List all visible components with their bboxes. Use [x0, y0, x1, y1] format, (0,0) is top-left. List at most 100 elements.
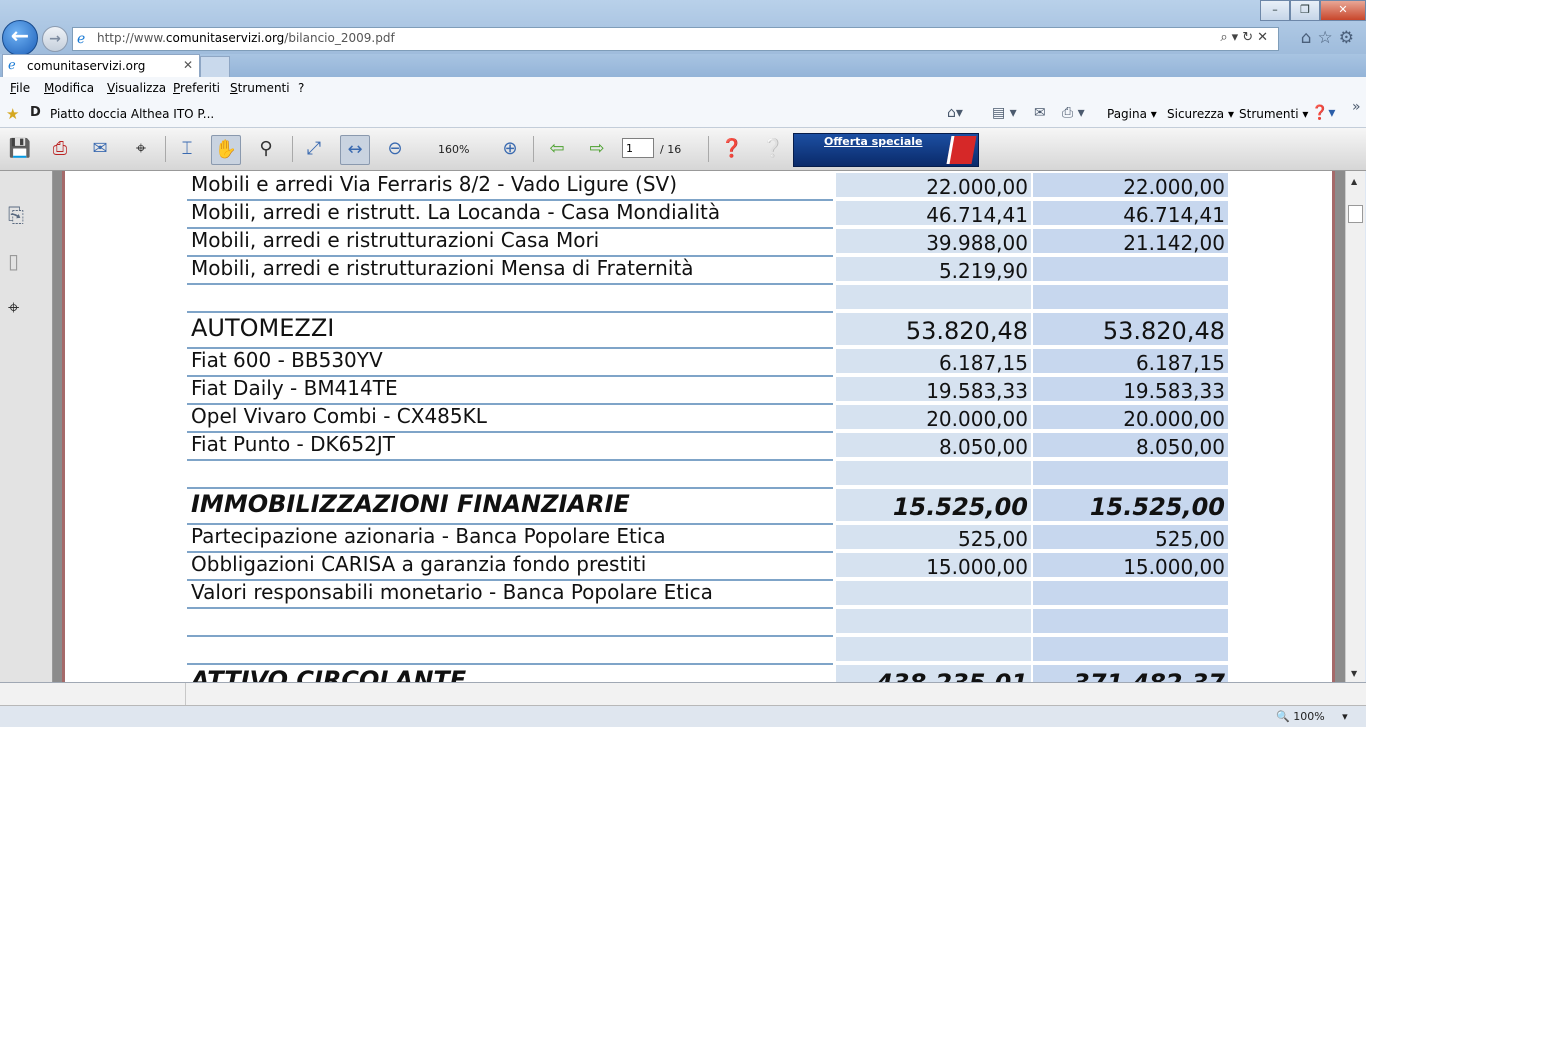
row-label-text: Obbligazioni CARISA a garanzia fondo pre…: [191, 552, 647, 576]
row-label: Fiat Punto - DK652JT: [187, 433, 833, 461]
url-path: /bilancio_2009.pdf: [284, 31, 395, 45]
window-controls: – ❐ ✕: [1260, 0, 1366, 21]
row-label-text: [187, 636, 191, 660]
row-label-text: AUTOMEZZI: [191, 314, 335, 342]
row-label: Valori responsabili monetario - Banca Po…: [187, 581, 833, 609]
forward-button[interactable]: →: [42, 26, 68, 52]
home-cmd-icon[interactable]: ⌂▾: [947, 105, 963, 121]
scroll-down-icon[interactable]: ▼: [1351, 669, 1357, 678]
pages-icon[interactable]: ⎘: [8, 203, 24, 227]
horizontal-scrollbar[interactable]: [0, 683, 1366, 706]
help-icon[interactable]: ❓: [718, 135, 746, 163]
row-label: Mobili e arredi Via Ferraris 8/2 - Vado …: [187, 173, 833, 201]
back-button[interactable]: ←: [2, 20, 38, 56]
fit-width-icon[interactable]: ↔: [340, 135, 370, 165]
url-prefix: http://www.: [97, 31, 166, 45]
value-2009: 19.583,33: [836, 377, 1031, 403]
table-row: AUTOMEZZI 53.820,48 53.820,48: [187, 313, 1228, 349]
row-label: AUTOMEZZI: [187, 313, 833, 349]
scroll-thumb[interactable]: [1348, 205, 1363, 223]
status-divider: [185, 683, 186, 705]
favorite-link[interactable]: Piatto doccia Althea ITO P...: [50, 107, 214, 121]
next-page-icon[interactable]: ⇨: [583, 135, 611, 163]
table-row: Opel Vivaro Combi - CX485KL 20.000,00 20.0…: [187, 405, 1228, 433]
scroll-up-icon[interactable]: ▲: [1351, 177, 1357, 186]
value-previous-year: 19.583,33: [1033, 377, 1228, 403]
pagina-menu[interactable]: Pagina ▾: [1107, 107, 1157, 121]
menu-visualizza[interactable]: Visualizza: [107, 81, 166, 95]
search-binoculars-icon[interactable]: ⌖: [8, 295, 19, 319]
row-label: [187, 609, 833, 637]
mail-icon[interactable]: ✉: [1034, 105, 1046, 121]
zoom-tool-icon[interactable]: ⚲: [252, 135, 280, 163]
vertical-scrollbar[interactable]: ▲ ▼: [1345, 171, 1365, 682]
favorites-star-icon[interactable]: ☆: [1318, 28, 1339, 48]
row-label-text: Valori responsabili monetario - Banca Po…: [191, 580, 713, 604]
close-button[interactable]: ✕: [1320, 0, 1366, 21]
row-label-text: Fiat Punto - DK652JT: [191, 432, 395, 456]
find-binoculars-icon[interactable]: ⌖: [127, 135, 155, 163]
tab-active[interactable]: ℯ comunitaservizi.org ✕: [2, 54, 200, 78]
value-previous-year: [1033, 581, 1228, 607]
previous-page-icon[interactable]: ⇦: [543, 135, 571, 163]
strumenti-label: Strumenti: [1239, 107, 1299, 121]
print-cmd-icon[interactable]: ⎙ ▾: [1062, 105, 1085, 121]
print-icon[interactable]: ⎙: [46, 135, 74, 163]
zoom-out-icon[interactable]: ⊖: [381, 135, 409, 163]
help-cmd-icon[interactable]: ❓▾: [1311, 105, 1335, 121]
menu-help[interactable]: ?: [298, 81, 304, 95]
status-zoom[interactable]: 🔍 100% ▾: [1276, 710, 1348, 723]
chevron-more-icon[interactable]: »: [1352, 99, 1361, 115]
sicurezza-menu[interactable]: Sicurezza ▾: [1167, 107, 1234, 121]
page-number-input[interactable]: 1: [622, 138, 654, 158]
value-2009: [836, 609, 1031, 635]
special-offer-banner[interactable]: Offerta speciale: [793, 133, 979, 167]
tab-row: ℯ comunitaservizi.org ✕: [0, 54, 1366, 78]
table-row: Mobili, arredi e ristrutturazioni Casa M…: [187, 229, 1228, 257]
select-text-icon[interactable]: ⌶: [173, 135, 201, 163]
maximize-button[interactable]: ❐: [1290, 0, 1320, 21]
save-icon[interactable]: 💾: [6, 135, 34, 163]
value-previous-year: 6.187,15: [1033, 349, 1228, 375]
navigation-panel: ⎘ ▯ ⌖: [0, 171, 53, 682]
gear-icon[interactable]: ⚙: [1339, 28, 1360, 48]
tab-close-icon[interactable]: ✕: [183, 58, 193, 72]
table-row: Fiat Punto - DK652JT 8.050,00 8.050,00: [187, 433, 1228, 461]
row-label-text: [187, 460, 191, 484]
row-label: [187, 461, 833, 489]
row-label: Mobili, arredi e ristrutturazioni Casa M…: [187, 229, 833, 257]
minimize-button[interactable]: –: [1260, 0, 1290, 21]
site-favicon-icon: D: [30, 105, 41, 120]
value-previous-year: [1033, 257, 1228, 283]
table-row: Mobili, arredi e ristrutturazioni Mensa …: [187, 256, 1228, 285]
zoom-level[interactable]: 160%: [438, 143, 469, 156]
address-bar[interactable]: ℯ http://www.comunitaservizi.org/bilanci…: [72, 27, 1279, 51]
menu-strumenti[interactable]: Strumenti: [230, 81, 290, 95]
home-icon[interactable]: ⌂: [1301, 28, 1318, 48]
address-controls[interactable]: ⌕▾↻✕: [1220, 30, 1272, 45]
zoom-in-icon[interactable]: ⊕: [496, 135, 524, 163]
strumenti-menu[interactable]: Strumenti ▾: [1239, 107, 1308, 121]
table-row: [187, 285, 1228, 313]
ie-page-icon: ℯ: [77, 31, 86, 47]
row-label: Obbligazioni CARISA a garanzia fondo pre…: [187, 553, 833, 581]
hand-tool-icon[interactable]: ✋: [211, 135, 241, 165]
row-label-text: Mobili, arredi e ristrutturazioni Mensa …: [191, 256, 694, 280]
online-help-icon[interactable]: ❔: [759, 135, 787, 163]
new-tab-button[interactable]: [200, 56, 230, 78]
menu-file[interactable]: File: [10, 81, 30, 95]
value-previous-year: 21.142,00: [1033, 229, 1228, 255]
value-2009: [836, 637, 1031, 663]
fit-page-icon[interactable]: ⤢: [300, 135, 328, 163]
feeds-icon[interactable]: ▤ ▾: [992, 105, 1017, 121]
bookmarks-icon[interactable]: ▯: [8, 249, 19, 273]
menu-preferiti[interactable]: Preferiti: [173, 81, 220, 95]
pagina-label: Pagina: [1107, 107, 1147, 121]
email-icon[interactable]: ✉: [86, 135, 114, 163]
value-2009: [836, 461, 1031, 487]
table-row: Fiat 600 - BB530YV 6.187,15 6.187,15: [187, 349, 1228, 377]
value-2009: 438.235,01: [836, 665, 1031, 682]
value-previous-year: 20.000,00: [1033, 405, 1228, 431]
favorites-add-icon[interactable]: ★: [6, 105, 19, 123]
menu-modifica[interactable]: Modifica: [44, 81, 94, 95]
